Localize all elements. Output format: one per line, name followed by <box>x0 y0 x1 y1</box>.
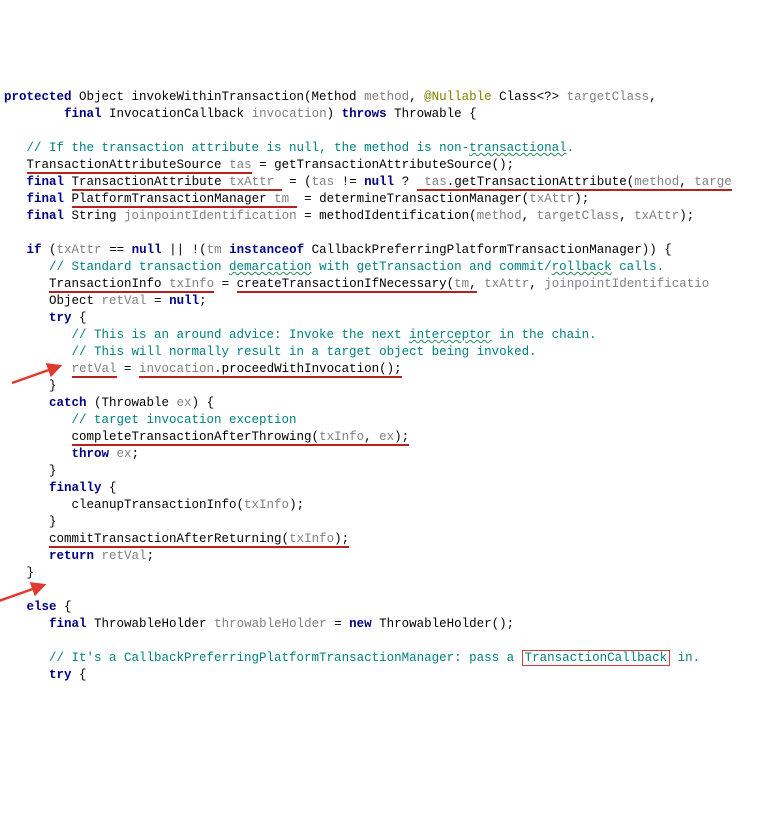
line: // If the transaction attribute is null,… <box>4 141 574 155</box>
line: return retVal; <box>4 549 154 563</box>
red-underline: TransactionAttributeSource tas <box>27 158 252 174</box>
line: } <box>4 566 34 580</box>
red-box: TransactionCallback <box>522 650 671 666</box>
comment: // Standard transaction demarcation with… <box>49 260 664 274</box>
red-underline: tas.getTransactionAttribute(method, targ… <box>417 175 732 191</box>
line: commitTransactionAfterReturning(txInfo); <box>4 532 349 548</box>
line: // Standard transaction demarcation with… <box>4 260 664 274</box>
line: protected Object invokeWithinTransaction… <box>4 90 657 104</box>
red-underline: TransactionInfo txInfo <box>49 277 214 293</box>
keyword-protected: protected <box>4 90 72 104</box>
line: TransactionInfo txInfo = createTransacti… <box>4 277 709 293</box>
line: TransactionAttributeSource tas = getTran… <box>4 158 514 174</box>
red-underline: retVal <box>72 362 117 378</box>
red-underline: TransactionAttribute txAttr <box>72 175 282 191</box>
line: // This will normally result in a target… <box>4 345 537 359</box>
line: cleanupTransactionInfo(txInfo); <box>4 498 304 512</box>
line: else { <box>4 600 72 614</box>
comment: // If the transaction attribute is null,… <box>27 141 575 155</box>
line: retVal = invocation.proceedWithInvocatio… <box>4 362 402 378</box>
line: } <box>4 379 57 393</box>
line: } <box>4 515 57 529</box>
red-underline: invocation.proceedWithInvocation(); <box>139 362 402 378</box>
comment: // target invocation exception <box>72 413 297 427</box>
comment: // This will normally result in a target… <box>72 345 537 359</box>
line: // This is an around advice: Invoke the … <box>4 328 597 342</box>
line: final TransactionAttribute txAttr = (tas… <box>4 175 732 191</box>
line: try { <box>4 311 87 325</box>
line: throw ex; <box>4 447 139 461</box>
line: } <box>4 464 57 478</box>
line: final String joinpointIdentification = m… <box>4 209 694 223</box>
red-underline: commitTransactionAfterReturning(txInfo); <box>49 532 349 548</box>
line: completeTransactionAfterThrowing(txInfo,… <box>4 430 409 446</box>
code-block: protected Object invokeWithinTransaction… <box>4 72 774 684</box>
line: catch (Throwable ex) { <box>4 396 214 410</box>
comment: // This is an around advice: Invoke the … <box>72 328 597 342</box>
line: finally { <box>4 481 117 495</box>
line: final InvocationCallback invocation) thr… <box>4 107 477 121</box>
line: try { <box>4 668 87 682</box>
red-underline: PlatformTransactionManager tm <box>72 192 297 208</box>
annotation-nullable: @Nullable <box>424 90 492 104</box>
line: if (txAttr == null || !(tm instanceof Ca… <box>4 243 672 257</box>
red-underline: createTransactionIfNecessary(tm, <box>237 277 477 293</box>
line: Object retVal = null; <box>4 294 207 308</box>
line: // target invocation exception <box>4 413 297 427</box>
line: final PlatformTransactionManager tm = de… <box>4 192 589 208</box>
line: // It's a CallbackPreferringPlatformTran… <box>4 650 700 666</box>
red-underline: completeTransactionAfterThrowing(txInfo,… <box>72 430 410 446</box>
line: final ThrowableHolder throwableHolder = … <box>4 617 514 631</box>
comment: // It's a CallbackPreferringPlatformTran… <box>49 650 700 666</box>
